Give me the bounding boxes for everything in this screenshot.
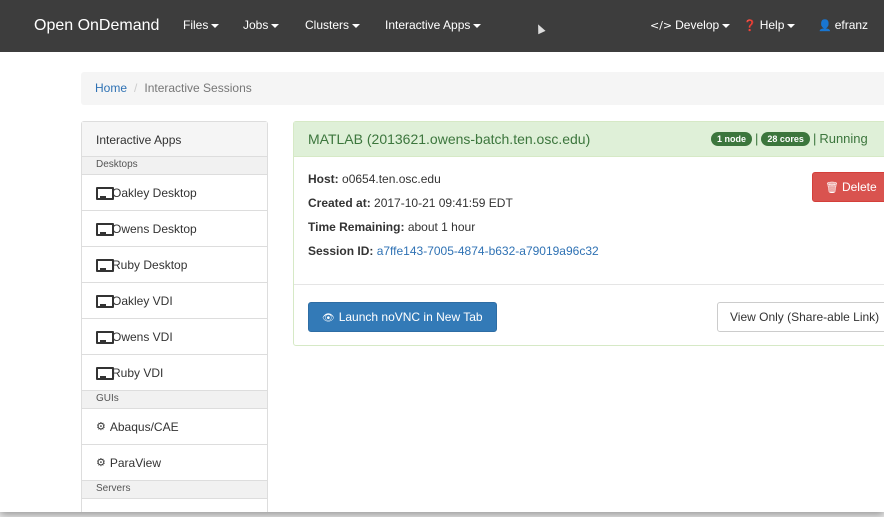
sidebar-item-oakley-vdi[interactable]: Oakley VDI <box>82 283 267 319</box>
desktop-icon <box>96 295 114 308</box>
breadcrumb: Home / Interactive Sessions <box>81 72 884 105</box>
sidebar-item-owens-desktop[interactable]: Owens Desktop <box>82 211 267 247</box>
help-menu-label: Help <box>759 18 785 32</box>
desktop-icon <box>96 259 114 272</box>
help-menu[interactable]: ❓ Help <box>743 18 796 32</box>
sidebar-item-abaqus-cae[interactable]: ⚙ Abaqus/CAE <box>82 409 267 445</box>
sidebar-item-ruby-desktop[interactable]: Ruby Desktop <box>82 247 267 283</box>
interactive-apps-sidebar: Interactive Apps Desktops Oakley Desktop… <box>81 121 268 512</box>
user-icon: 👤 <box>818 19 832 32</box>
sidebar-item-label: Ruby VDI <box>112 365 164 380</box>
breadcrumb-separator: / <box>134 81 138 95</box>
delete-button-label: Delete <box>841 180 877 194</box>
sidebar-category-desktops: Desktops <box>82 157 267 175</box>
user-name: efranz <box>834 18 869 32</box>
sidebar-item-label: Owens Desktop <box>112 221 197 236</box>
session-card-body: Host: o0654.ten.osc.edu Created at: 2017… <box>294 157 884 287</box>
nodes-badge: 1 node <box>711 131 753 146</box>
caret-down-icon <box>722 23 731 28</box>
sidebar-category-servers: Servers <box>82 481 267 499</box>
clusters-menu[interactable]: Clusters <box>305 18 361 32</box>
session-status-group: 1 node | 28 cores | Running <box>711 131 868 147</box>
time-remaining-value: about 1 hour <box>407 220 476 234</box>
sidebar-item-paraview[interactable]: ⚙ ParaView <box>82 445 267 481</box>
session-id-line: Session ID: a7ffe143-7005-4874-b632-a790… <box>308 244 878 259</box>
session-status: Running <box>819 131 868 146</box>
browser-window: Open OnDemand Files Jobs Clusters Intera… <box>0 0 884 512</box>
sidebar-item-owens-vdi[interactable]: Owens VDI <box>82 319 267 355</box>
breadcrumb-home-link[interactable]: Home <box>95 81 127 95</box>
sidebar-item-label: Oakley Desktop <box>112 185 197 200</box>
caret-down-icon <box>473 23 482 28</box>
question-circle-icon: ❓ <box>743 19 757 32</box>
interactive-apps-menu-label: Interactive Apps <box>385 18 471 32</box>
status-separator: | <box>755 131 759 146</box>
mouse-cursor-icon <box>534 22 546 35</box>
sidebar-item-label: Abaqus/CAE <box>109 419 179 434</box>
divider <box>294 284 884 285</box>
caret-down-icon <box>211 23 220 28</box>
launch-novnc-label: Launch noVNC in New Tab <box>338 310 483 324</box>
desktop-icon <box>96 367 114 380</box>
caret-down-icon <box>352 23 361 28</box>
files-menu-label: Files <box>183 18 209 32</box>
interactive-apps-menu[interactable]: Interactive Apps <box>385 18 482 32</box>
navbar: Open OnDemand Files Jobs Clusters Intera… <box>0 0 884 52</box>
delete-button[interactable]: 🗑 Delete <box>812 172 884 202</box>
launch-novnc-button[interactable]: 👁 Launch noVNC in New Tab <box>308 302 497 332</box>
host-label: Host: <box>308 172 339 186</box>
brand-link[interactable]: Open OnDemand <box>0 17 180 35</box>
desktop-icon <box>96 331 114 344</box>
host-line: Host: o0654.ten.osc.edu <box>308 172 878 187</box>
clusters-menu-label: Clusters <box>305 18 350 32</box>
sidebar-item-oakley-desktop[interactable]: Oakley Desktop <box>82 175 267 211</box>
view-only-link-button[interactable]: View Only (Share-able Link) <box>717 302 884 332</box>
created-label: Created at: <box>308 196 371 210</box>
gear-icon: ⚙ <box>96 456 106 469</box>
gear-icon: ⚙ <box>96 420 106 433</box>
caret-down-icon <box>787 23 796 28</box>
session-card: MATLAB (2013621.owens-batch.ten.osc.edu)… <box>293 121 884 346</box>
sidebar-title: Interactive Apps <box>82 122 267 157</box>
sidebar-item-partial[interactable] <box>82 499 267 512</box>
user-menu[interactable]: 👤 efranz <box>818 18 868 32</box>
sidebar-item-label: ParaView <box>109 455 162 470</box>
desktop-icon <box>96 223 114 236</box>
trash-icon: 🗑 <box>825 181 839 194</box>
desktop-icon <box>96 187 114 200</box>
jobs-menu[interactable]: Jobs <box>243 18 280 32</box>
develop-menu[interactable]: </> Develop <box>650 18 731 32</box>
session-id-label: Session ID: <box>308 244 374 258</box>
host-value: o0654.ten.osc.edu <box>342 172 441 186</box>
status-separator: | <box>812 131 817 146</box>
sidebar-item-ruby-vdi[interactable]: Ruby VDI <box>82 355 267 391</box>
jobs-menu-label: Jobs <box>243 18 269 32</box>
caret-down-icon <box>271 23 280 28</box>
code-icon: </> <box>650 19 673 32</box>
session-card-header: MATLAB (2013621.owens-batch.ten.osc.edu)… <box>294 122 884 157</box>
created-line: Created at: 2017-10-21 09:41:59 EDT <box>308 196 878 211</box>
sidebar-item-label: Ruby Desktop <box>112 257 188 272</box>
time-remaining-line: Time Remaining: about 1 hour <box>308 220 878 235</box>
files-menu[interactable]: Files <box>183 18 220 32</box>
sidebar-category-guis: GUIs <box>82 391 267 409</box>
sidebar-item-label: Owens VDI <box>112 329 173 344</box>
develop-menu-label: Develop <box>675 18 720 32</box>
session-title: MATLAB (2013621.owens-batch.ten.osc.edu) <box>308 131 591 147</box>
time-remaining-label: Time Remaining: <box>308 220 405 234</box>
breadcrumb-current: Interactive Sessions <box>144 81 252 95</box>
eye-icon: 👁 <box>322 313 335 324</box>
sidebar-item-label: Oakley VDI <box>112 293 173 308</box>
created-value: 2017-10-21 09:41:59 EDT <box>374 196 513 210</box>
cores-badge: 28 cores <box>761 131 810 146</box>
session-id-link[interactable]: a7ffe143-7005-4874-b632-a79019a96c32 <box>377 244 599 258</box>
